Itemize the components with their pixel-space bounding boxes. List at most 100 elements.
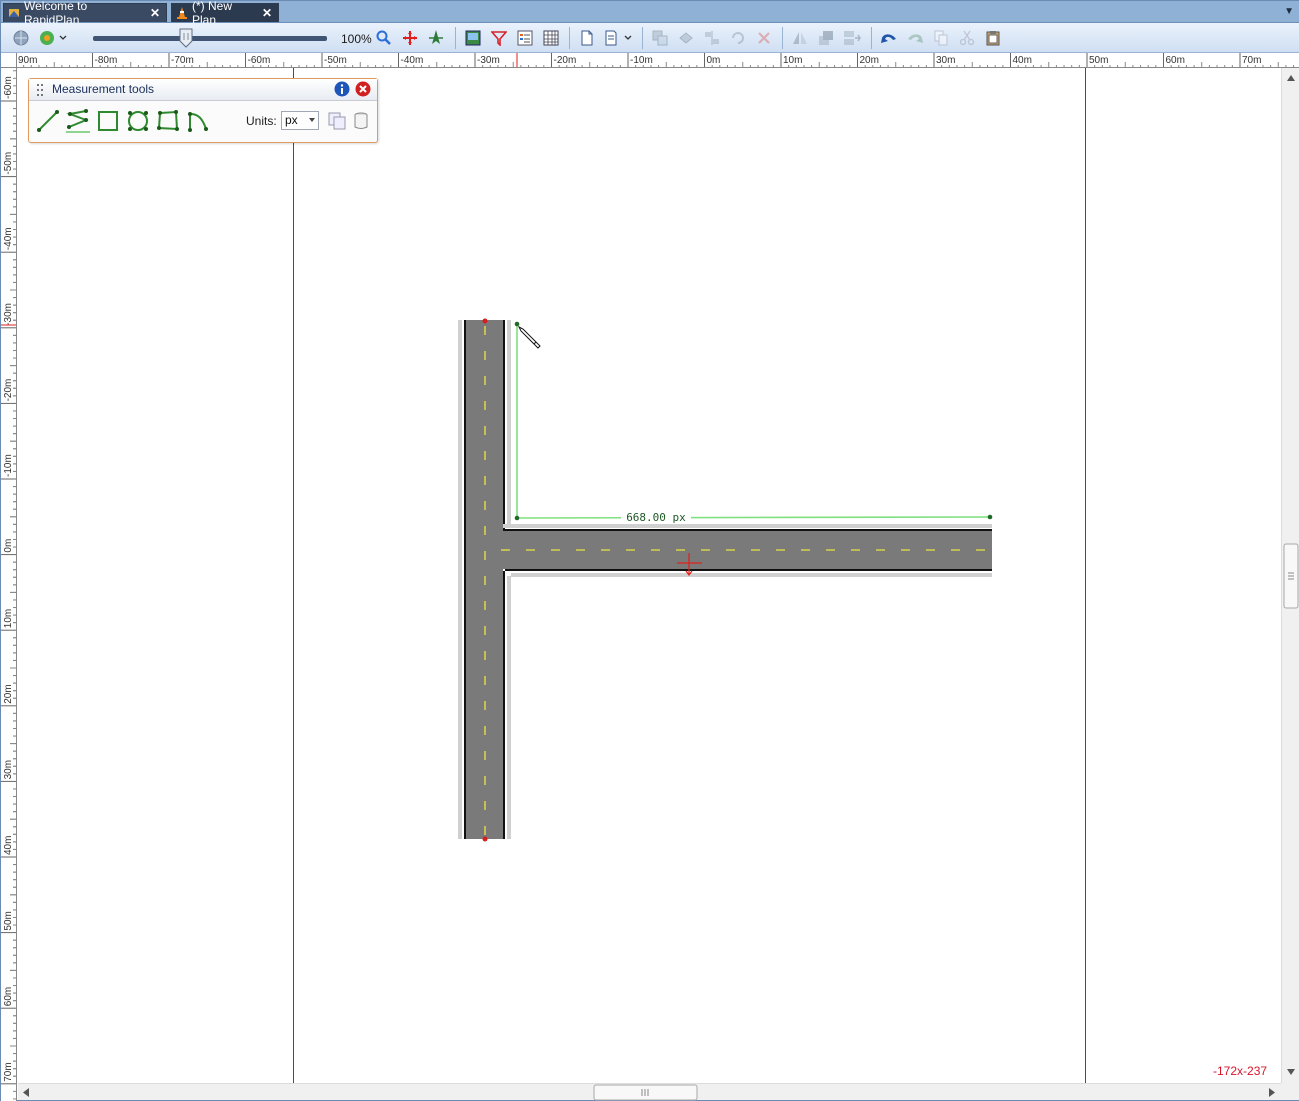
flip-horizontal-icon[interactable] <box>790 28 810 48</box>
ruler-label: -20m <box>554 55 577 66</box>
vertical-scrollbar[interactable] <box>1281 68 1299 1083</box>
measurement-polyline[interactable]: 668.00 px <box>514 321 993 524</box>
copy-icon[interactable] <box>931 28 951 48</box>
ruler-label: -30m <box>477 55 500 66</box>
align-icon[interactable] <box>702 28 722 48</box>
measurement-panel-title: Measurement tools <box>52 82 155 96</box>
ruler-label: 60m <box>3 987 14 1006</box>
ruler-label: -20m <box>3 379 14 402</box>
vertical-ruler: -60m -50m -40m -30m -20m -10m 0m 10m 20m 30m 40m 50… <box>1 68 17 1101</box>
application-window: Welcome to RapidPlan ✕ (*) New Plan ✕ ▼ … <box>0 0 1299 1101</box>
scroll-down-arrow-icon[interactable] <box>1287 1069 1295 1075</box>
units-label: Units: <box>246 114 277 128</box>
ruler-label: 10m <box>3 609 14 628</box>
circle-measure-icon[interactable] <box>126 109 150 133</box>
page-setup-dropdown[interactable] <box>602 28 634 48</box>
ruler-label: 20m <box>3 684 14 703</box>
ruler-label: -50m <box>324 55 347 66</box>
pencil-cursor-icon <box>517 325 541 349</box>
cut-icon[interactable] <box>957 28 977 48</box>
ruler-label: -60m <box>3 76 14 99</box>
units-selected-value: px <box>285 113 298 127</box>
line-measure-icon[interactable] <box>36 109 60 133</box>
ruler-label: -80m <box>95 55 118 66</box>
layers-list-icon[interactable] <box>515 28 535 48</box>
toolbar-separator <box>455 27 456 49</box>
measurement-panel-header[interactable]: Measurement tools <box>29 79 377 101</box>
tab-new-plan[interactable]: (*) New Plan ✕ <box>171 0 279 27</box>
ruler-label: -30m <box>3 303 14 326</box>
tab-welcome[interactable]: Welcome to RapidPlan ✕ <box>3 0 167 27</box>
ruler-label: 10m <box>783 55 802 66</box>
ruler-label: 60m <box>1166 55 1185 66</box>
ruler-label: 20m <box>860 55 879 66</box>
globe-icon[interactable] <box>11 28 31 48</box>
redo-icon[interactable] <box>905 28 925 48</box>
map-source-dropdown[interactable] <box>37 28 69 48</box>
polygon-measure-icon[interactable] <box>156 109 180 133</box>
horizontal-road[interactable] <box>501 524 992 577</box>
undo-icon[interactable] <box>879 28 899 48</box>
pan-crosshair-icon[interactable] <box>400 28 420 48</box>
zoom-slider-thumb[interactable] <box>179 28 193 48</box>
road-endpoint-bottom[interactable] <box>482 836 488 842</box>
ruler-label: 0m <box>707 55 721 66</box>
ungroup-icon[interactable] <box>676 28 696 48</box>
close-icon[interactable] <box>355 81 371 97</box>
ruler-label: 50m <box>3 911 14 930</box>
ruler-label: -50m <box>3 152 14 175</box>
ruler-label: 30m <box>936 55 955 66</box>
vertical-ruler-ticks: -60m -50m -40m -30m -20m -10m 0m 10m 20m 30m 40m 50… <box>1 70 16 1100</box>
road-endpoint-top[interactable] <box>482 318 488 324</box>
scroll-right-arrow-icon[interactable] <box>1269 1088 1275 1097</box>
drag-grip-icon[interactable] <box>37 84 43 96</box>
rapidplan-logo-icon <box>8 7 20 19</box>
group-icon[interactable] <box>650 28 670 48</box>
toolbar-separator <box>871 27 872 49</box>
filter-icon[interactable] <box>489 28 509 48</box>
toolbar-separator <box>642 27 643 49</box>
ruler-corner <box>1 53 17 68</box>
units-select[interactable]: px <box>281 111 319 130</box>
traffic-cone-icon <box>176 7 188 19</box>
insert-image-icon[interactable] <box>463 28 483 48</box>
ruler-label: 40m <box>3 836 14 855</box>
polyline-measure-icon[interactable] <box>66 109 90 133</box>
bring-to-front-icon[interactable] <box>816 28 836 48</box>
ruler-label: 50m <box>1089 55 1108 66</box>
drawing-canvas[interactable]: 668.00 px <box>18 68 1281 1083</box>
close-icon[interactable]: ✕ <box>150 6 160 20</box>
scrollbar-corner <box>1281 1083 1299 1100</box>
copy-measurement-icon[interactable] <box>327 111 347 131</box>
tab-list-dropdown-icon[interactable]: ▼ <box>1284 6 1294 17</box>
delete-icon[interactable] <box>754 28 774 48</box>
scroll-left-arrow-icon[interactable] <box>23 1088 29 1097</box>
vertical-road[interactable] <box>458 320 513 839</box>
toolbar-separator <box>782 27 783 49</box>
ruler-label: 0m <box>3 539 14 553</box>
cursor-coordinates-readout: -172x-237 <box>1213 1064 1268 1078</box>
close-icon[interactable]: ✕ <box>262 6 272 20</box>
ruler-label: -70m <box>171 55 194 66</box>
dropdown-arrow-icon <box>309 118 315 122</box>
ruler-label: -10m <box>630 55 653 66</box>
grid-table-icon[interactable] <box>541 28 561 48</box>
rectangle-measure-icon[interactable] <box>96 109 120 133</box>
document-tab-bar: Welcome to RapidPlan ✕ (*) New Plan ✕ ▼ <box>1 0 1299 27</box>
horizontal-scrollbar[interactable] <box>18 1083 1281 1101</box>
arc-measure-icon[interactable] <box>186 109 210 133</box>
north-arrow-icon[interactable] <box>426 28 446 48</box>
new-page-icon[interactable] <box>577 28 597 48</box>
zoom-magnifier-icon[interactable] <box>374 28 394 48</box>
clear-measurements-icon[interactable] <box>351 111 371 131</box>
measurement-tools-panel: Measurement tools Units: px <box>28 78 378 143</box>
ruler-label: -60m <box>248 55 271 66</box>
scroll-up-arrow-icon[interactable] <box>1287 75 1295 81</box>
ruler-label: -40m <box>3 227 14 250</box>
info-icon[interactable] <box>334 81 350 97</box>
rotate-icon[interactable] <box>728 28 748 48</box>
zoom-slider-track[interactable] <box>93 36 327 41</box>
paste-icon[interactable] <box>983 28 1003 48</box>
send-to-back-icon[interactable] <box>842 28 862 48</box>
horizontal-ruler-ticks: 90m -80m -70m -60m -50m -40m -30m -20m -10m 0m 10m… <box>18 53 1295 67</box>
